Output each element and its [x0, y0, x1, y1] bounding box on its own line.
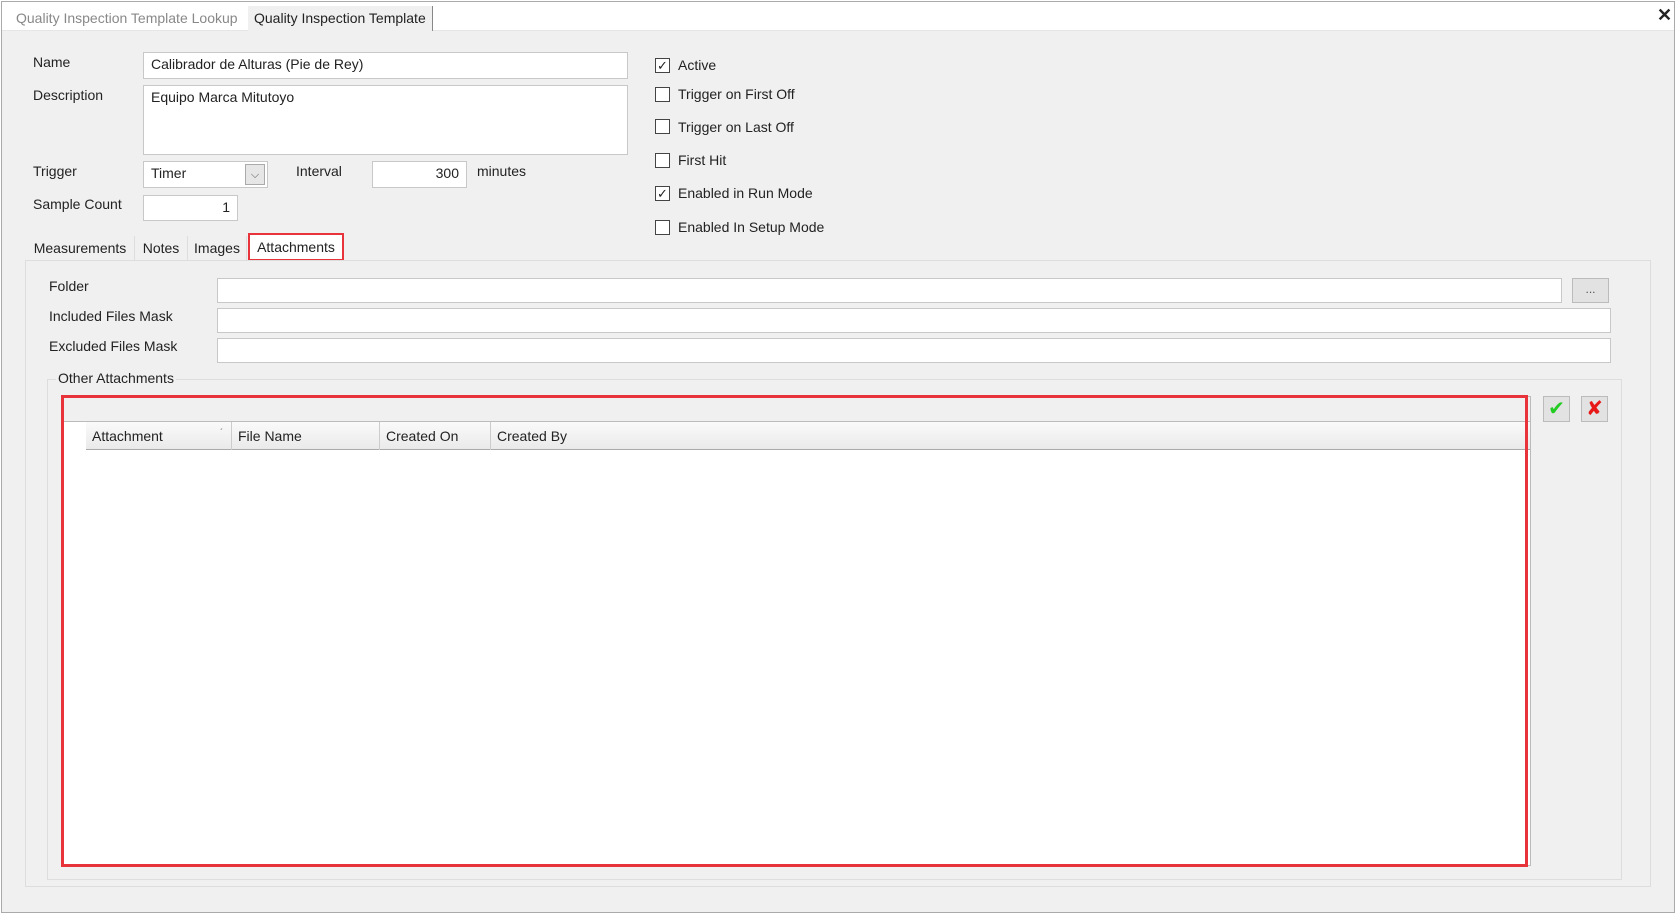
checkbox-checked-icon[interactable]: ✓: [655, 58, 670, 73]
cancel-button[interactable]: ✘: [1581, 396, 1608, 422]
tab-attachments[interactable]: Attachments: [248, 233, 344, 261]
checkbox-box[interactable]: [655, 87, 670, 102]
tab-measurements[interactable]: Measurements: [26, 236, 135, 260]
interval-unit: minutes: [477, 163, 527, 179]
quality-inspection-template-window: Quality Inspection Template Lookup Quali…: [1, 1, 1675, 913]
name-label: Name: [33, 54, 71, 70]
close-icon[interactable]: ✕: [1657, 5, 1672, 26]
included-mask-input[interactable]: [217, 308, 1611, 333]
grid-highlight-box: [61, 395, 1528, 867]
tab-template-lookup[interactable]: Quality Inspection Template Lookup: [10, 6, 244, 31]
tab-images[interactable]: Images: [188, 236, 247, 260]
checkbox-checked-icon[interactable]: ✓: [655, 186, 670, 201]
checkbox-label: Trigger on Last Off: [678, 119, 794, 135]
accept-button[interactable]: ✔: [1543, 396, 1570, 422]
checkbox-box[interactable]: [655, 220, 670, 235]
trigger-value: Timer: [151, 165, 187, 181]
checkbox-box[interactable]: [655, 119, 670, 134]
attachments-panel: Folder ... Included Files Mask Excluded …: [25, 260, 1651, 887]
chevron-down-icon[interactable]: ⌵: [245, 164, 265, 185]
excluded-mask-label: Excluded Files Mask: [49, 338, 178, 354]
name-input[interactable]: Calibrador de Alturas (Pie de Rey): [143, 52, 628, 79]
folder-input[interactable]: [217, 278, 1562, 303]
folder-label: Folder: [49, 278, 89, 294]
sample-count-label: Sample Count: [33, 196, 122, 212]
browse-button[interactable]: ...: [1572, 278, 1609, 303]
document-tab-bar: Quality Inspection Template Lookup Quali…: [2, 2, 1674, 31]
checkbox-box[interactable]: [655, 153, 670, 168]
close-x-icon: ✘: [1586, 398, 1603, 420]
sample-count-input[interactable]: 1: [143, 195, 238, 221]
other-attachments-label: Other Attachments: [56, 370, 176, 386]
trigger-label: Trigger: [33, 163, 77, 179]
checkbox-label: Enabled in Run Mode: [678, 185, 813, 201]
other-attachments-group: Other Attachments Attachment ˊ File Name …: [47, 370, 1622, 880]
description-input[interactable]: Equipo Marca Mitutoyo: [143, 85, 628, 155]
checkbox-label: Active: [678, 57, 717, 73]
description-label: Description: [33, 87, 104, 103]
checkbox-label: Enabled In Setup Mode: [678, 219, 825, 235]
included-mask-label: Included Files Mask: [49, 308, 173, 324]
excluded-mask-input[interactable]: [217, 338, 1611, 363]
trigger-select[interactable]: Timer ⌵: [143, 161, 268, 188]
tab-notes[interactable]: Notes: [135, 236, 188, 260]
checkmark-icon: ✔: [1548, 398, 1565, 420]
checkbox-label: Trigger on First Off: [678, 86, 795, 102]
interval-label: Interval: [296, 163, 342, 179]
interval-input[interactable]: 300: [372, 161, 467, 188]
checkbox-label: First Hit: [678, 152, 727, 168]
tab-template[interactable]: Quality Inspection Template: [248, 6, 433, 31]
